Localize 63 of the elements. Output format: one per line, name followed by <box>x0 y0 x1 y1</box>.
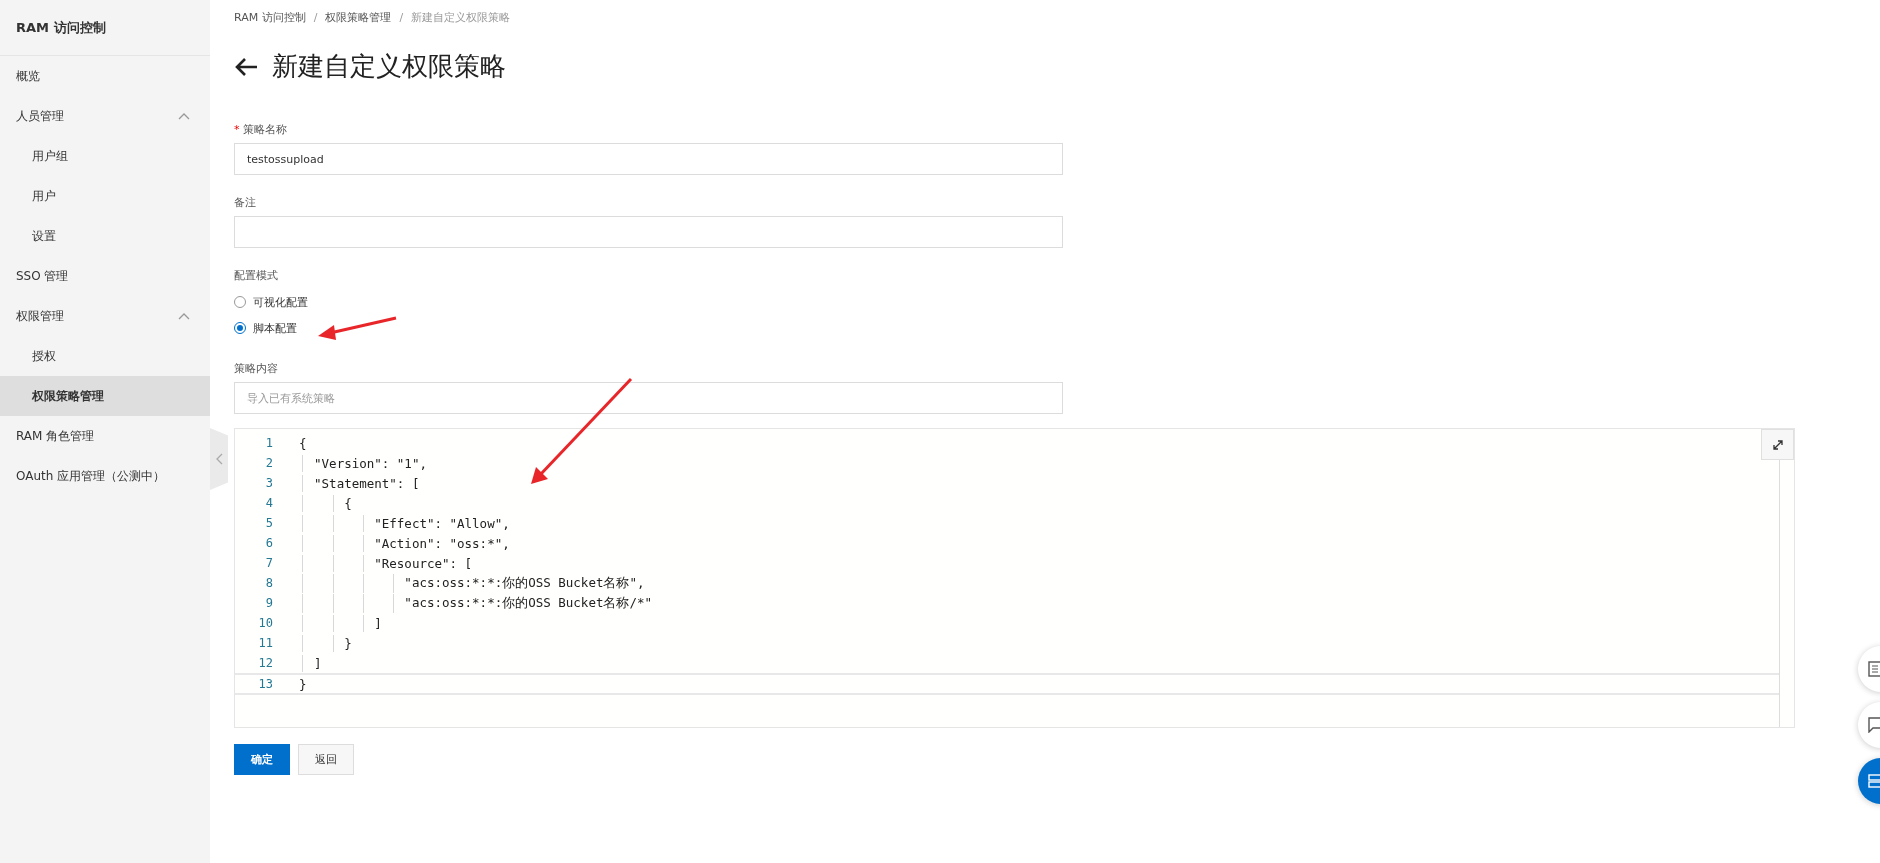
sidebar-item[interactable]: RAM 角色管理 <box>0 416 210 456</box>
code-line: ] <box>299 615 382 631</box>
line-number: 8 <box>264 576 273 590</box>
code-line: "Effect": "Allow", <box>299 515 510 531</box>
line-number: 10 <box>257 616 273 630</box>
line-number: 5 <box>264 516 273 530</box>
code-line: "acs:oss:*:*:你的OSS Bucket名称/*" <box>299 594 653 612</box>
sidebar-item[interactable]: 权限管理 <box>0 296 210 336</box>
sidebar-item[interactable]: SSO 管理 <box>0 256 210 296</box>
radio-label[interactable]: 脚本配置 <box>253 320 297 336</box>
chevron-icon <box>178 112 190 120</box>
note-field[interactable] <box>234 216 1063 248</box>
breadcrumb-link[interactable]: 权限策略管理 <box>325 10 392 25</box>
code-line: "Action": "oss:*", <box>299 535 510 551</box>
sidebar-item[interactable]: 授权 <box>0 336 210 376</box>
line-number: 3 <box>264 476 273 490</box>
line-number: 9 <box>264 596 273 610</box>
expand-icon[interactable] <box>1761 429 1794 460</box>
code-line: { <box>299 435 307 451</box>
line-number: 1 <box>264 436 273 450</box>
code-line: "Resource": [ <box>299 555 473 571</box>
code-line: "Statement": [ <box>299 475 420 491</box>
field-label: 配置模式 <box>234 268 279 283</box>
sidebar-item[interactable]: 设置 <box>0 216 210 256</box>
code-line: } <box>299 676 307 692</box>
code-line: "Version": "1", <box>299 455 427 471</box>
field-label: 备注 <box>234 195 257 210</box>
field-label: 策略内容 <box>234 361 279 376</box>
sidebar-title: RAM 访问控制 <box>0 0 210 56</box>
line-number: 6 <box>264 536 273 550</box>
line-number: 13 <box>257 677 273 691</box>
sidebar-item[interactable]: 权限策略管理 <box>0 376 210 416</box>
import-policy-field[interactable]: 导入已有系统策略 <box>234 382 1063 414</box>
sidebar-item[interactable]: 人员管理 <box>0 96 210 136</box>
breadcrumb-separator: / <box>399 11 404 24</box>
line-number: 12 <box>257 656 273 670</box>
code-line: { <box>299 495 352 511</box>
breadcrumb-separator: / <box>313 11 318 24</box>
sidebar-item[interactable]: 用户 <box>0 176 210 216</box>
back-arrow-icon[interactable] <box>234 56 258 77</box>
sidebar-item[interactable]: OAuth 应用管理（公测中） <box>0 456 210 496</box>
code-line: } <box>299 635 352 651</box>
line-number: 4 <box>264 496 273 510</box>
radio-button[interactable] <box>234 322 246 334</box>
field-label: * 策略名称 <box>234 122 288 137</box>
confirm-button[interactable]: 确定 <box>234 744 290 775</box>
back-button[interactable]: 返回 <box>298 744 354 775</box>
line-number: 2 <box>264 456 273 470</box>
code-line: ] <box>299 655 322 671</box>
page-title: 新建自定义权限策略 <box>272 50 506 83</box>
line-number: 11 <box>257 636 273 650</box>
breadcrumb-current: 新建自定义权限策略 <box>411 10 511 25</box>
breadcrumb-link[interactable]: RAM 访问控制 <box>234 10 306 25</box>
code-editor[interactable]: 1 { 2 "Version": "1", 3 "Statement": [ 4 { 5 "Effect": "Allow", 6 "Action": "oss:*", 7 "Resource": [ 8 "acs:oss:*:*:你的OSS Bucket名称", 9 "acs:oss:*:*:你的OSS Bucket名称/*" 10 ] 11 } 12 ] 13 } <box>234 428 1795 728</box>
radio-label[interactable]: 可视化配置 <box>253 294 308 310</box>
code-line: "acs:oss:*:*:你的OSS Bucket名称", <box>299 574 645 592</box>
radio-button[interactable] <box>234 296 246 308</box>
chevron-left-icon <box>215 453 223 465</box>
sidebar-item[interactable]: 概览 <box>0 56 210 96</box>
chevron-icon <box>178 312 190 320</box>
policy-name-field[interactable]: testossupload <box>234 143 1063 175</box>
sidebar-item[interactable]: 用户组 <box>0 136 210 176</box>
line-number: 7 <box>264 556 273 570</box>
